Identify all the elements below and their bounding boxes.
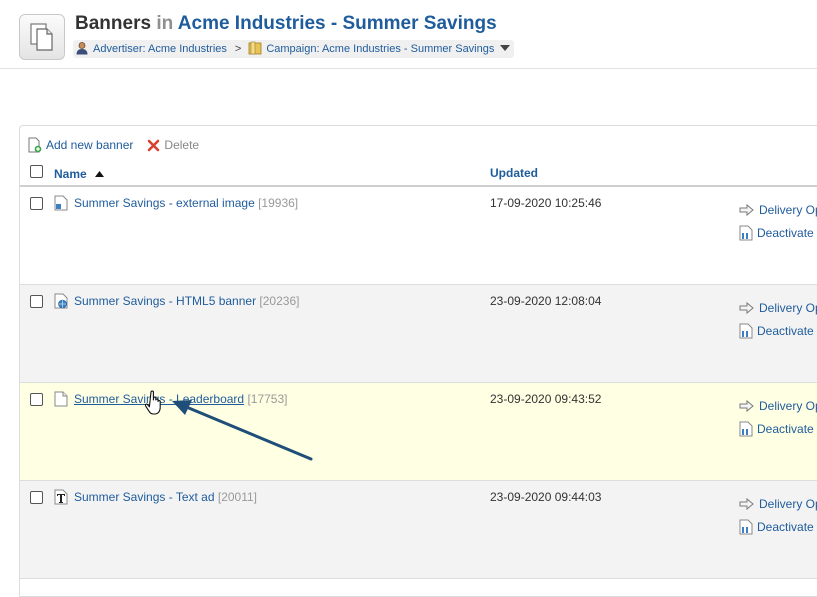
delivery-options-icon — [739, 399, 754, 413]
table-row: Summer Savings - Text ad [20011] 23-09-2… — [20, 481, 817, 579]
delivery-options-label[interactable]: Delivery Opt — [759, 399, 817, 413]
column-updated-header[interactable]: Updated — [490, 166, 538, 180]
banner-name-link[interactable]: Summer Savings - HTML5 banner — [74, 294, 256, 308]
select-all-checkbox[interactable] — [30, 165, 43, 178]
sort-ascending-icon[interactable] — [95, 166, 105, 180]
banner-name-cell: Summer Savings - Text ad [20011] — [74, 490, 257, 504]
text-ad-icon — [54, 489, 68, 508]
chevron-down-icon[interactable] — [500, 43, 511, 55]
column-name-header[interactable]: Name — [54, 166, 105, 181]
deactivate-label[interactable]: Deactivate — [757, 520, 814, 534]
deactivate-icon — [739, 519, 753, 535]
hand-cursor-icon — [145, 390, 161, 415]
row-checkbox[interactable] — [30, 295, 43, 308]
page-title-in: in — [156, 13, 174, 34]
delivery-options-icon — [739, 497, 754, 511]
delivery-options-link[interactable]: Delivery Opt — [739, 203, 817, 217]
row-checkbox[interactable] — [30, 197, 43, 210]
deactivate-icon — [739, 225, 753, 241]
delivery-options-icon — [739, 203, 754, 217]
add-file-icon — [28, 137, 42, 153]
row-checkbox[interactable] — [30, 393, 43, 406]
html5-banner-icon — [54, 293, 68, 312]
table-header: Name Updated — [20, 160, 817, 187]
add-banner-label[interactable]: Add new banner — [46, 138, 133, 152]
table-row: Summer Savings - Leaderboard [17753] 23-… — [20, 383, 817, 481]
banners-page-icon — [19, 14, 65, 60]
deactivate-label[interactable]: Deactivate — [757, 226, 814, 240]
delete-label[interactable]: Delete — [164, 138, 199, 152]
updated-cell: 23-09-2020 09:43:52 — [490, 392, 602, 406]
banner-id: [19936] — [258, 196, 299, 210]
delete-x-icon — [148, 139, 160, 151]
delivery-options-label[interactable]: Delivery Opt — [759, 203, 817, 217]
banner-id: [20236] — [259, 294, 300, 308]
delivery-options-link[interactable]: Delivery Opt — [739, 399, 817, 413]
banner-name-link[interactable]: Summer Savings - external image — [74, 196, 255, 210]
deactivate-icon — [739, 421, 753, 437]
banner-name-cell: Summer Savings - external image [19936] — [74, 196, 298, 210]
deactivate-link[interactable]: Deactivate — [739, 421, 814, 437]
page-title-context[interactable]: Acme Industries - Summer Savings — [178, 13, 497, 34]
deactivate-link[interactable]: Deactivate — [739, 225, 814, 241]
page-title-main: Banners — [75, 13, 152, 34]
add-banner-button[interactable]: Add new banner — [28, 137, 133, 153]
delivery-options-label[interactable]: Delivery Opt — [759, 301, 817, 315]
breadcrumb: Advertiser: Acme Industries > Campaign: … — [73, 40, 515, 58]
breadcrumb-separator: > — [234, 43, 242, 55]
breadcrumb-advertiser[interactable]: Advertiser: Acme Industries — [93, 43, 227, 55]
row-checkbox[interactable] — [30, 491, 43, 504]
banner-name-link[interactable]: Summer Savings - Text ad — [74, 490, 215, 504]
delivery-options-icon — [739, 301, 754, 315]
table-row: Summer Savings - external image [19936] … — [20, 187, 817, 285]
delivery-options-link[interactable]: Delivery Opt — [739, 497, 817, 511]
column-name-label[interactable]: Name — [54, 167, 87, 181]
page-title: Banners in Acme Industries - Summer Savi… — [75, 13, 497, 35]
deactivate-link[interactable]: Deactivate — [739, 323, 814, 339]
deactivate-link[interactable]: Deactivate — [739, 519, 814, 535]
page-header: Banners in Acme Industries - Summer Savi… — [0, 0, 817, 68]
advertiser-icon — [75, 41, 89, 58]
deactivate-icon — [739, 323, 753, 339]
table-row: Summer Savings - HTML5 banner [20236] 23… — [20, 285, 817, 383]
header-divider — [0, 68, 817, 69]
deactivate-label[interactable]: Deactivate — [757, 422, 814, 436]
breadcrumb-campaign[interactable]: Campaign: Acme Industries - Summer Savin… — [266, 43, 494, 55]
blank-file-icon — [54, 391, 68, 410]
delivery-options-label[interactable]: Delivery Opt — [759, 497, 817, 511]
campaign-folder-icon — [248, 41, 262, 58]
delivery-options-link[interactable]: Delivery Opt — [739, 301, 817, 315]
annotation-arrow — [172, 400, 313, 461]
deactivate-label[interactable]: Deactivate — [757, 324, 814, 338]
external-image-icon — [54, 195, 68, 214]
banner-name-cell: Summer Savings - HTML5 banner [20236] — [74, 294, 299, 308]
updated-cell: 17-09-2020 10:25:46 — [490, 196, 602, 210]
updated-cell: 23-09-2020 12:08:04 — [490, 294, 602, 308]
updated-cell: 23-09-2020 09:44:03 — [490, 490, 602, 504]
delete-button[interactable]: Delete — [147, 138, 199, 152]
banner-id: [20011] — [217, 490, 258, 504]
toolbar: Add new banner Delete — [28, 136, 213, 154]
